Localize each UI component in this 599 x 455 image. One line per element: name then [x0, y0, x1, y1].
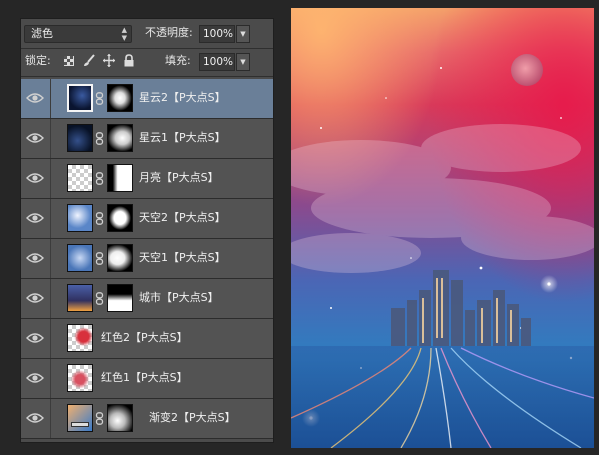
- visibility-divider: [50, 319, 51, 358]
- layer-thumbnail[interactable]: [67, 204, 93, 232]
- layer-mask-thumbnail[interactable]: [107, 204, 133, 232]
- blend-mode-select[interactable]: 滤色 ▲ ▼: [24, 25, 132, 43]
- layer-row[interactable]: 红色1【P大点S】: [21, 359, 273, 399]
- canvas-artwork: [291, 8, 594, 448]
- layer-mask-thumbnail[interactable]: [107, 124, 133, 152]
- link-chain-icon[interactable]: [95, 412, 104, 425]
- layer-mask-thumbnail[interactable]: [107, 244, 133, 272]
- eye-icon[interactable]: [24, 168, 46, 188]
- layer-thumbnail[interactable]: [67, 404, 93, 432]
- eye-icon[interactable]: [24, 408, 46, 428]
- lock-toolbar: 锁定: 填充: 100% ▼: [21, 51, 273, 75]
- layer-name: 天空1【P大点S】: [139, 251, 226, 264]
- link-chain-icon[interactable]: [95, 252, 104, 265]
- layer-name: 红色1【P大点S】: [101, 371, 188, 384]
- eye-icon[interactable]: [24, 368, 46, 388]
- link-chain-icon[interactable]: [95, 292, 104, 305]
- layer-row[interactable]: 渐变2【P大点S】: [21, 399, 273, 439]
- visibility-divider: [50, 119, 51, 158]
- visibility-divider: [50, 199, 51, 238]
- link-chain-icon[interactable]: [95, 172, 104, 185]
- layer-mask-thumbnail[interactable]: [107, 404, 133, 432]
- lock-all-padlock-icon[interactable]: [123, 54, 135, 67]
- layer-thumbnail[interactable]: [67, 244, 93, 272]
- layer-thumbnail[interactable]: [67, 324, 93, 352]
- eye-icon[interactable]: [24, 288, 46, 308]
- eye-icon[interactable]: [24, 128, 46, 148]
- layer-thumbnail[interactable]: [67, 124, 93, 152]
- toolbar-divider: [21, 76, 273, 77]
- layers-panel: 滤色 ▲ ▼ 不透明度: 100% ▼ 锁定: 填充: 100% ▼ 星云2【P…: [20, 18, 274, 443]
- lock-label: 锁定:: [25, 54, 51, 67]
- layer-row[interactable]: 月亮【P大点S】: [21, 159, 273, 199]
- layers-list: 星云2【P大点S】 星云1【P大点S】 月亮【P大点S】 天空2【P大点S】 天空1【P…: [21, 79, 273, 439]
- updown-arrows-icon: ▲ ▼: [121, 26, 127, 42]
- visibility-divider: [50, 159, 51, 198]
- layer-mask-thumbnail[interactable]: [107, 84, 133, 112]
- visibility-divider: [50, 79, 51, 118]
- visibility-divider: [50, 399, 51, 438]
- blend-toolbar: 滤色 ▲ ▼ 不透明度: 100% ▼: [21, 23, 273, 47]
- layer-row[interactable]: 星云2【P大点S】: [21, 79, 273, 119]
- layer-row[interactable]: 天空2【P大点S】: [21, 199, 273, 239]
- opacity-dropdown-icon[interactable]: ▼: [236, 25, 250, 43]
- layer-row[interactable]: 天空1【P大点S】: [21, 239, 273, 279]
- eye-icon[interactable]: [24, 208, 46, 228]
- lock-position-move-icon[interactable]: [103, 54, 115, 67]
- visibility-divider: [50, 359, 51, 398]
- fill-input[interactable]: 100%: [199, 53, 235, 71]
- eye-icon[interactable]: [24, 328, 46, 348]
- layer-name: 星云2【P大点S】: [139, 91, 226, 104]
- layer-name: 城市【P大点S】: [139, 291, 219, 304]
- link-chain-icon[interactable]: [95, 92, 104, 105]
- layer-row[interactable]: 星云1【P大点S】: [21, 119, 273, 159]
- layer-row[interactable]: 红色2【P大点S】: [21, 319, 273, 359]
- layer-thumbnail[interactable]: [67, 284, 93, 312]
- blend-mode-value: 滤色: [31, 27, 53, 40]
- layer-name: 渐变2【P大点S】: [149, 411, 236, 424]
- layer-mask-thumbnail[interactable]: [107, 284, 133, 312]
- layer-name: 星云1【P大点S】: [139, 131, 226, 144]
- visibility-divider: [50, 279, 51, 318]
- lock-image-pixels-brush-icon[interactable]: [83, 54, 95, 67]
- layer-thumbnail[interactable]: [67, 164, 93, 192]
- layer-name: 天空2【P大点S】: [139, 211, 226, 224]
- fill-label: 填充:: [165, 54, 191, 67]
- opacity-input[interactable]: 100%: [199, 25, 235, 43]
- moon: [511, 54, 543, 86]
- toolbar-divider: [21, 48, 273, 49]
- layer-name: 红色2【P大点S】: [101, 331, 188, 344]
- layer-thumbnail[interactable]: [67, 84, 93, 112]
- visibility-divider: [50, 239, 51, 278]
- link-chain-icon[interactable]: [95, 132, 104, 145]
- lock-transparent-pixels-icon[interactable]: [63, 54, 75, 67]
- eye-icon[interactable]: [24, 88, 46, 108]
- document-canvas[interactable]: [291, 8, 594, 448]
- layer-name: 月亮【P大点S】: [139, 171, 219, 184]
- link-chain-icon[interactable]: [95, 212, 104, 225]
- opacity-label: 不透明度:: [145, 26, 193, 39]
- layer-mask-thumbnail[interactable]: [107, 164, 133, 192]
- layer-thumbnail[interactable]: [67, 364, 93, 392]
- eye-icon[interactable]: [24, 248, 46, 268]
- fill-dropdown-icon[interactable]: ▼: [236, 53, 250, 71]
- layer-row[interactable]: 城市【P大点S】: [21, 279, 273, 319]
